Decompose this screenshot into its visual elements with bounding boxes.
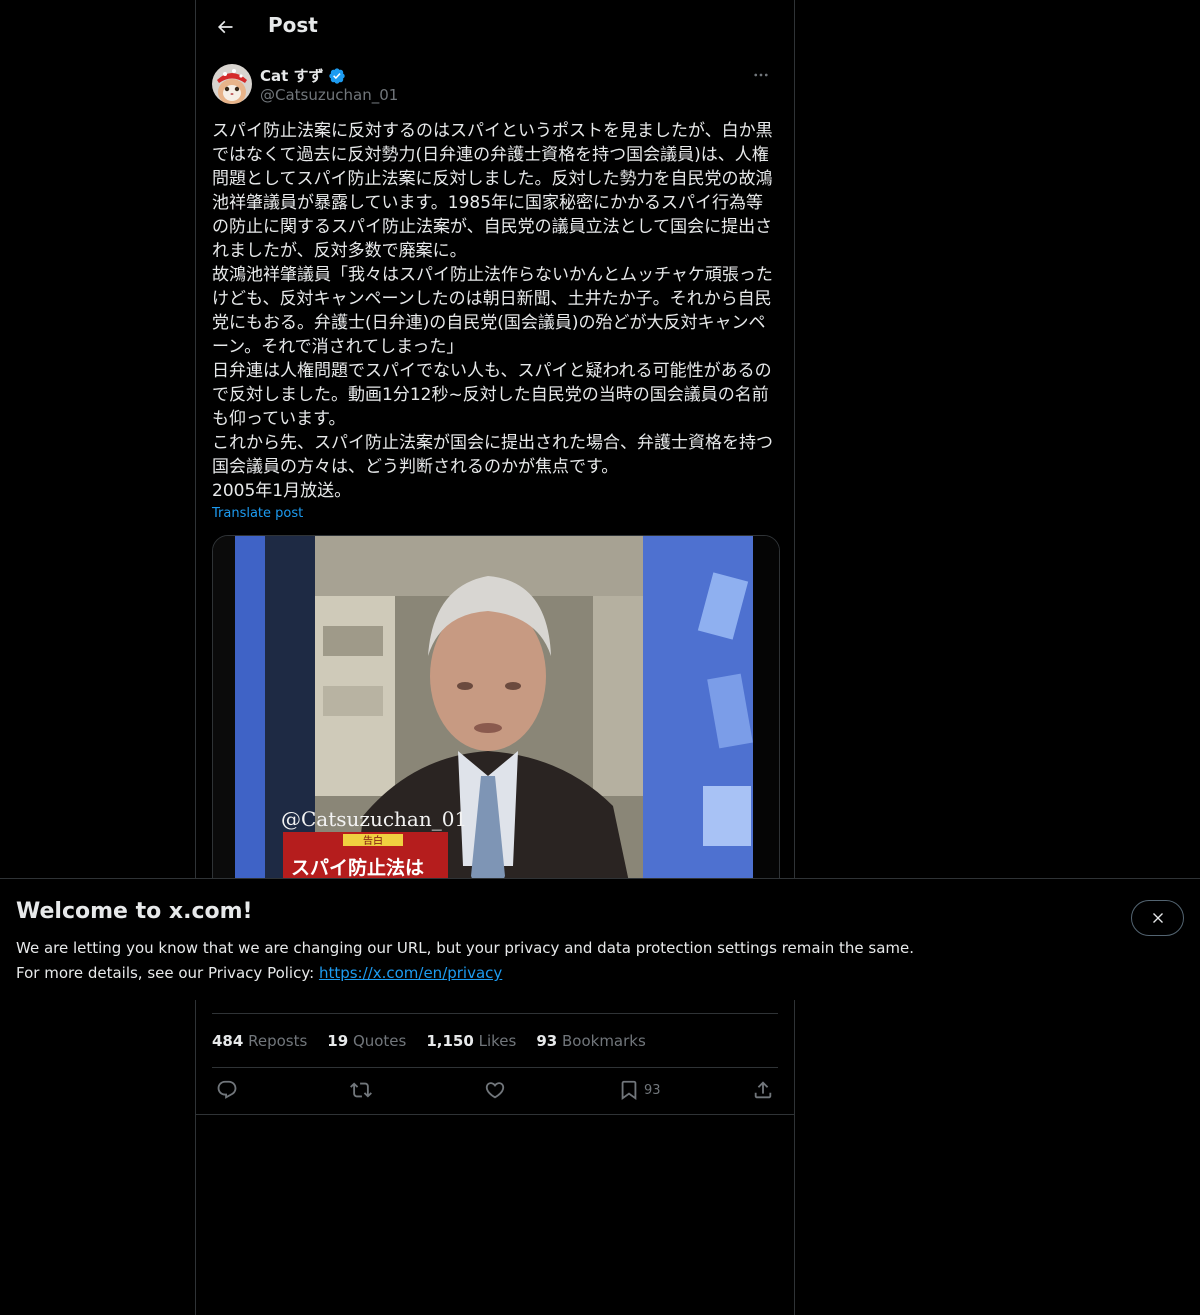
reply-icon [217,1080,237,1099]
translate-post-link[interactable]: Translate post [212,506,303,521]
post-column: Post Cat すず @Catsuzuchan_01 スパイ防止法案に反対する… [195,0,795,1315]
banner-line-2: For more details, see our Privacy Policy… [16,961,914,986]
bookmark-icon [621,1080,637,1101]
page-title: Post [268,13,318,37]
like-button[interactable] [484,1079,506,1101]
page-header: Post [196,0,794,53]
video-caption-small: 告白 [363,834,383,847]
arrow-left-icon [217,20,233,34]
post-author: Cat すず @Catsuzuchan_01 [212,64,778,108]
verified-badge-icon [328,67,345,84]
stat-likes[interactable]: 1,150 Likes [426,1032,516,1050]
stat-quotes[interactable]: 19 Quotes [327,1032,406,1050]
banner-line-1: We are letting you know that we are chan… [16,939,915,957]
bookmark-button[interactable]: 93 [618,1079,661,1101]
repost-icon [350,1082,372,1098]
reply-button[interactable] [216,1079,238,1101]
more-horizontal-icon [754,73,768,77]
engagement-stats: 484 Reposts 19 Quotes 1,150 Likes 93 Boo… [212,1013,778,1068]
avatar[interactable] [212,64,252,104]
banner-text: We are letting you know that we are chan… [16,936,914,986]
video-watermark: @Catsuzuchan_01 [281,807,467,831]
share-button[interactable] [752,1079,774,1101]
share-icon [754,1081,772,1099]
video-caption: スパイ防止法は [291,856,424,879]
banner-title: Welcome to x.com! [16,899,253,924]
more-options-button[interactable] [744,64,778,86]
action-bar: 93 [196,1067,794,1115]
banner-line-2-text: For more details, see our Privacy Policy… [16,964,319,982]
post-text: スパイ防止法案に反対するのはスパイというポストを見ましたが、白か黒ではなくて過去… [212,121,773,501]
close-icon [1152,913,1163,923]
author-name[interactable]: Cat すず [260,65,346,86]
heart-icon [485,1082,505,1099]
author-handle[interactable]: @Catsuzuchan_01 [260,86,398,104]
author-name-text: Cat すず [260,67,324,85]
bookmark-count: 93 [644,1082,661,1098]
repost-button[interactable] [350,1079,372,1101]
stat-reposts[interactable]: 484 Reposts [212,1032,307,1050]
privacy-policy-link[interactable]: https://x.com/en/privacy [319,964,502,982]
banner-close-button[interactable] [1131,900,1184,936]
welcome-banner: Welcome to x.com! We are letting you kno… [0,878,1200,1000]
stat-bookmarks[interactable]: 93 Bookmarks [536,1032,645,1050]
back-button[interactable] [208,10,242,44]
